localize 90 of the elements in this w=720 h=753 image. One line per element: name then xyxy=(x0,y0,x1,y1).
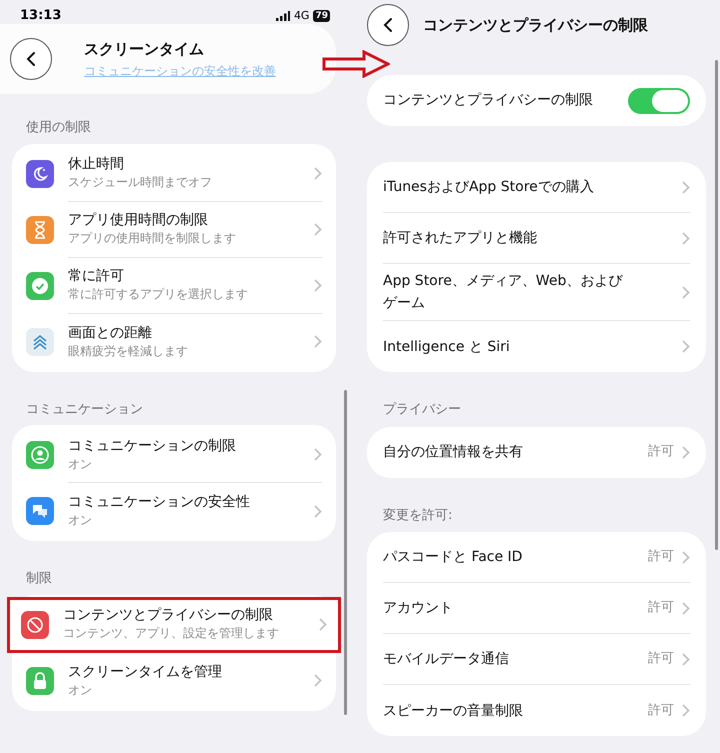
page-title: スクリーンタイム xyxy=(84,38,204,60)
row-subtitle: 常に許可するアプリを選択します xyxy=(68,286,249,303)
settings-row[interactable]: 画面との距離 眼精疲労を軽減します xyxy=(12,314,336,370)
row-title: 常に許可 xyxy=(68,267,125,286)
signal-icon xyxy=(276,11,290,21)
row-subtitle: コンテンツ、アプリ、設定を管理します xyxy=(63,625,280,642)
row-subtitle: 眼精疲労を軽減します xyxy=(68,342,189,360)
row-label: アカウント xyxy=(383,599,454,618)
settings-row[interactable]: スクリーンタイムを管理 オン xyxy=(12,652,336,708)
settings-row[interactable]: 自分の位置情報を共有 許可 xyxy=(383,426,690,478)
moon-icon xyxy=(31,164,49,182)
section-header: 制限 xyxy=(25,570,53,588)
row-subtitle: オン xyxy=(68,512,93,529)
row-subtitle: オン xyxy=(68,682,93,698)
chevron-icon xyxy=(682,286,690,298)
settings-row[interactable]: モバイルデータ通信 許可 xyxy=(383,634,690,685)
row-title: 休止時間 xyxy=(68,155,125,174)
row-value: 許可 xyxy=(648,443,674,462)
back-chevron-icon xyxy=(383,17,393,33)
chevron-icon xyxy=(682,550,690,564)
row-label: Intelligence と Siri xyxy=(383,338,511,356)
chevron-icon xyxy=(682,340,690,353)
row-subtitle: スケジュール時間までオフ xyxy=(68,174,213,191)
hourglass-icon xyxy=(33,220,47,238)
chevron-icon xyxy=(314,335,322,348)
back-chevron-icon xyxy=(26,51,36,67)
chevrons-up-icon xyxy=(31,332,49,350)
back-button[interactable] xyxy=(367,4,409,46)
settings-row[interactable]: Intelligence と Siri xyxy=(383,321,690,372)
settings-row[interactable]: 許可されたアプリと機能 xyxy=(383,213,690,264)
row-label: スピーカーの音量制限 xyxy=(383,702,524,720)
row-label: モバイルデータ通信 xyxy=(383,650,510,669)
row-label: 自分の位置情報を共有 xyxy=(383,443,524,462)
toggle-switch[interactable] xyxy=(628,88,690,114)
row-label: 許可されたアプリと機能 xyxy=(383,229,538,248)
settings-row[interactable]: 休止時間 スケジュール時間までオフ xyxy=(12,146,336,202)
chevron-icon xyxy=(314,166,322,180)
chevron-icon xyxy=(682,704,690,717)
chevron-icon xyxy=(682,232,690,244)
row-value: 許可 xyxy=(648,702,674,720)
settings-row[interactable]: コンテンツとプライバシーの制限 コンテンツ、アプリ、設定を管理します xyxy=(7,596,341,652)
section-header: 変更を許可: xyxy=(382,506,454,524)
row-label: パスコードと Face ID xyxy=(383,548,524,567)
chevron-icon xyxy=(314,504,322,518)
chevron-icon xyxy=(319,618,327,630)
row-subtitle: アプリの使用時間を制限します xyxy=(68,230,237,247)
row-title: スクリーンタイムを管理 xyxy=(68,662,223,682)
lock-icon xyxy=(32,672,48,690)
check-badge-icon xyxy=(31,276,49,294)
chevron-icon xyxy=(314,278,322,292)
row-label: App Store、メディア、Web、およびゲーム xyxy=(383,272,624,313)
chevron-icon xyxy=(682,446,690,458)
section-header: 使用の制限 xyxy=(25,119,92,137)
row-title: コンテンツとプライバシーの制限 xyxy=(63,606,274,625)
network-label: 4G xyxy=(294,8,310,24)
settings-row[interactable]: iTunesおよびApp Storeでの購入 xyxy=(383,162,690,213)
row-subtitle: オン xyxy=(68,456,93,472)
settings-row[interactable]: パスコードと Face ID 許可 xyxy=(383,532,690,583)
chevron-icon xyxy=(314,674,322,687)
row-title: アプリ使用時間の制限 xyxy=(68,211,209,230)
settings-row[interactable]: コミュニケーションの安全性 オン xyxy=(12,483,336,539)
chevron-icon xyxy=(682,180,690,194)
chevron-icon xyxy=(682,602,690,614)
row-title: コミュニケーションの安全性 xyxy=(68,493,251,512)
chevron-icon xyxy=(314,448,322,461)
row-value: 許可 xyxy=(648,548,674,566)
battery-indicator: 79 xyxy=(313,10,330,22)
settings-row[interactable]: アプリ使用時間の制限 アプリの使用時間を制限します xyxy=(12,202,336,258)
settings-row[interactable]: コミュニケーションの制限 オン xyxy=(12,427,336,483)
row-label: iTunesおよびApp Storeでの購入 xyxy=(383,178,595,197)
back-button[interactable] xyxy=(10,38,52,80)
right-arrow-icon xyxy=(322,50,390,78)
toggle-label: コンテンツとプライバシーの制限 xyxy=(383,91,594,110)
row-value: 許可 xyxy=(648,599,674,618)
page-title: コンテンツとプライバシーの制限 xyxy=(423,14,648,36)
status-time: 13:13 xyxy=(20,7,62,26)
settings-row[interactable]: アカウント 許可 xyxy=(383,583,690,634)
chat-bubbles-icon xyxy=(31,502,49,520)
person-icon xyxy=(31,446,49,464)
row-title: コミュニケーションの制限 xyxy=(68,436,237,456)
section-header: コミュニケーション xyxy=(25,400,144,418)
section-header: プライバシー xyxy=(382,401,462,419)
prohibited-icon xyxy=(26,616,44,634)
chevron-icon xyxy=(314,222,322,236)
row-title: 画面との距離 xyxy=(68,324,153,342)
settings-row[interactable]: スピーカーの音量制限 許可 xyxy=(383,685,690,736)
chevron-icon xyxy=(682,652,690,666)
settings-row[interactable]: 常に許可 常に許可するアプリを選択します xyxy=(12,258,336,314)
settings-row[interactable]: App Store、メディア、Web、およびゲーム xyxy=(383,264,690,321)
row-value: 許可 xyxy=(648,650,674,668)
